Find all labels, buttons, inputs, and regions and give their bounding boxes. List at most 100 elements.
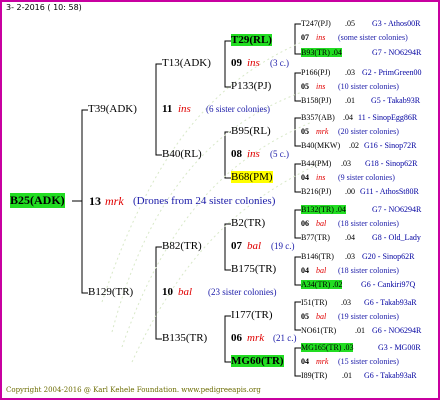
gen3-number: 06 <box>231 332 242 344</box>
gen4-source: G18 - Sinop62R <box>365 159 418 168</box>
gen2-grade: ins <box>178 103 191 115</box>
gen4-name: NO61(TR) <box>301 326 337 335</box>
gen4-note: (18 sister colonies) <box>338 219 399 228</box>
gen4-note: (20 sister colonies) <box>338 127 399 136</box>
gen4-source: G6 - Cankiri97Q <box>361 280 416 289</box>
gen3-number: 08 <box>231 148 242 160</box>
root-number: 13 <box>89 194 101 208</box>
gen4-note: (18 sister colonies) <box>338 266 399 275</box>
gen3-name: I177(TR) <box>231 309 273 321</box>
gen4-source: G7 - NO6294R <box>372 205 422 214</box>
gen4-num: .00 <box>345 187 355 196</box>
gen3-name: B135(TR) <box>162 332 208 344</box>
gen4-name: MG165(TR) .03 <box>301 343 354 352</box>
gen4-name: 05 <box>301 127 309 136</box>
gen3-note: (19 c.) <box>271 241 295 251</box>
gen4-grade: bal <box>316 219 327 228</box>
gen4-name: 05 <box>301 312 309 321</box>
gen4-source: G11 - AthosSt80R <box>360 187 419 196</box>
gen4-num: .01 <box>345 96 355 105</box>
gen4-num: .03 <box>341 159 351 168</box>
gen4-num: .02 <box>349 141 359 150</box>
root-grade: mrk <box>105 194 124 208</box>
gen3-grade: ins <box>247 148 260 160</box>
gen4-note: (15 sister colonies) <box>338 357 399 366</box>
gen3-grade: bal <box>247 240 262 252</box>
gen3-name: B95(RL) <box>231 125 271 137</box>
gen4-name: B77(TR) <box>301 233 330 242</box>
gen4-num: .03 <box>345 68 355 77</box>
gen3-name: P133(PJ) <box>231 80 272 92</box>
gen4-note: (19 sister colonies) <box>338 312 399 321</box>
gen3-name: B68(PM) <box>231 171 273 183</box>
gen3-number: 07 <box>231 240 242 252</box>
gen4-note: (9 sister colonies) <box>338 173 395 182</box>
gen4-source: G3 - MG00R <box>378 343 421 352</box>
gen4-name: I89(TR) <box>301 371 328 380</box>
gen4-grade: bal <box>316 266 327 275</box>
gen4-source: G6 - NO6294R <box>372 326 422 335</box>
gen4-num: .03 <box>341 298 351 307</box>
gen3-name: B82(TR) <box>162 240 202 252</box>
gen4-num: .01 <box>342 371 352 380</box>
gen4-source: G16 - Sinop72R <box>364 141 417 150</box>
gen4-num: .01 <box>355 326 365 335</box>
gen4-grade: mrk <box>316 357 329 366</box>
gen4-note: (10 sister colonies) <box>338 82 399 91</box>
gen4-name: T247(PJ) <box>301 19 331 28</box>
gen4-source: G20 - Sinop62R <box>362 252 415 261</box>
gen4-name: B146(TR) <box>301 252 334 261</box>
gen4-name: B93(TR) .04 <box>301 48 342 57</box>
gen2-grade: bal <box>178 286 193 298</box>
gen4-name: B44(PM) <box>301 159 332 168</box>
gen4-grade: ins <box>316 33 326 42</box>
gen3-grade: ins <box>247 57 260 69</box>
gen4-name: B40(MKW) <box>301 141 341 150</box>
pedigree-frame: 3- 2-2016 ( 10: 58) B25(ADK) 13 mrk (Dro… <box>0 0 440 400</box>
gen4-grade: bal <box>316 312 327 321</box>
gen4-name: 05 <box>301 82 309 91</box>
gen4-source: G6 - Takab93aR <box>364 371 417 380</box>
gen4-source: G2 - PrimGreen00 <box>362 68 422 77</box>
gen2-name: B129(TR) <box>88 286 134 298</box>
gen3-note: (21 c.) <box>273 333 297 343</box>
gen4-name: B216(PJ) <box>301 187 332 196</box>
gen2-note: (6 sister colonies) <box>206 104 270 114</box>
gen2-number: 11 <box>162 103 173 115</box>
gen4-num: .05 <box>345 19 355 28</box>
gen4-source: 11 - SinopEgg86R <box>358 113 418 122</box>
gen3-name: T13(ADK) <box>162 57 211 69</box>
gen4-grade: ins <box>316 173 326 182</box>
gen4-num: .03 <box>345 252 355 261</box>
root-note: (Drones from 24 sister colonies) <box>133 195 276 207</box>
gen4-num: .04 <box>345 233 355 242</box>
gen3-name: B175(TR) <box>231 263 277 275</box>
copyright-footer: Copyright 2004-2016 @ Karl Kehele Founda… <box>6 386 261 394</box>
root-name: B25(ADK) <box>10 193 65 208</box>
gen2-note: (23 sister colonies) <box>208 287 277 297</box>
gen4-num: .04 <box>343 113 353 122</box>
gen4-name: 04 <box>301 173 309 182</box>
gen4-name: 04 <box>301 357 309 366</box>
gen3-note: (5 c.) <box>270 149 289 159</box>
gen3-name: T29(RL) <box>231 34 272 46</box>
gen2-name: T39(ADK) <box>88 103 137 115</box>
gen4-source: G3 - Athos00R <box>372 19 421 28</box>
gen3-grade: mrk <box>247 332 265 344</box>
gen3-note: (3 c.) <box>270 58 289 68</box>
gen4-name: B132(TR) .04 <box>301 205 346 214</box>
gen3-name: B2(TR) <box>231 217 266 229</box>
gen3-name: MG60(TR) <box>231 355 284 367</box>
gen4-source: G5 - Takab93R <box>371 96 421 105</box>
gen4-name: B357(AB) <box>301 113 335 122</box>
gen4-source: G7 - NO6294R <box>372 48 422 57</box>
gen4-source: G8 - Old_Lady <box>372 233 421 242</box>
gen3-number: 09 <box>231 57 242 69</box>
gen2-number: 10 <box>162 286 173 298</box>
gen4-name: 07 <box>301 33 309 42</box>
gen4-name: 06 <box>301 219 309 228</box>
gen4-name: B158(PJ) <box>301 96 332 105</box>
gen4-name: A34(TR) .02 <box>301 280 343 289</box>
gen4-name: 04 <box>301 266 309 275</box>
gen4-grade: mrk <box>316 127 329 136</box>
